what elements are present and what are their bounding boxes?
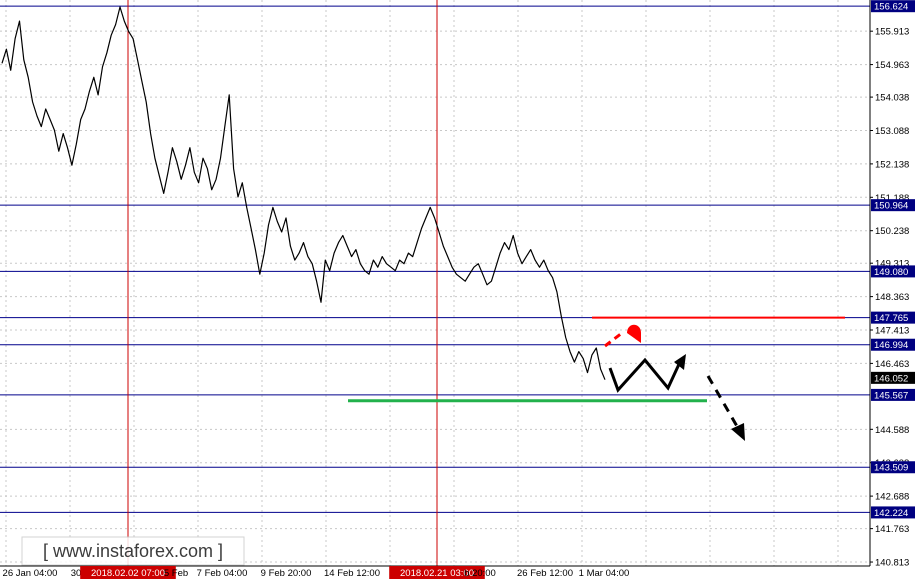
y-tick-label: 154.038: [875, 93, 909, 104]
y-tick-label: 140.813: [875, 558, 909, 569]
x-tick-label: 1 Mar 04:00: [579, 568, 630, 579]
level-tag-label: 149.080: [874, 267, 908, 278]
level-tag-label: 143.509: [874, 463, 908, 474]
y-tick-label: 153.088: [875, 126, 909, 137]
x-tick-label: 5 Feb: [164, 568, 188, 579]
x-tick-label: 26 Jan 04:00: [3, 568, 58, 579]
y-tick-label: 142.688: [875, 492, 909, 503]
y-tick-label: 152.138: [875, 159, 909, 170]
x-tick-label: 2018.02.02 07:00: [91, 568, 165, 579]
y-tick-label: 154.963: [875, 60, 909, 71]
level-tag-label: 147.765: [874, 313, 908, 324]
forex-price-chart: 155.913154.963154.038153.088152.138151.1…: [0, 0, 915, 583]
y-tick-label: 144.588: [875, 425, 909, 436]
level-tag-label: 150.964: [874, 201, 908, 212]
x-tick-label: 14 Feb 12:00: [324, 568, 380, 579]
watermark: [ www.instaforex.com ]: [21, 536, 245, 566]
current-price-tag-label: 146.052: [874, 373, 908, 384]
level-tag-label: 142.224: [874, 508, 908, 519]
y-tick-label: 150.238: [875, 226, 909, 237]
x-tick-label: b 20:00: [464, 568, 496, 579]
x-tick-label: 9 Feb 20:00: [261, 568, 312, 579]
y-tick-label: 146.463: [875, 359, 909, 370]
watermark-text: [ www.instaforex.com ]: [43, 541, 223, 561]
x-tick-label: 26 Feb 12:00: [517, 568, 573, 579]
x-tick-label: 2018.02.21 03:00: [400, 568, 474, 579]
y-tick-label: 147.413: [875, 326, 909, 337]
y-tick-label: 155.913: [875, 27, 909, 38]
y-tick-label: 148.363: [875, 292, 909, 303]
x-tick-label: 7 Feb 04:00: [197, 568, 248, 579]
level-tag-label: 145.567: [874, 390, 908, 401]
level-tag-label: 156.624: [874, 2, 908, 13]
level-tag-label: 146.994: [874, 340, 908, 351]
chart: 155.913 154.963 154.038 153.088 152.138 151.1…: [0, 0, 915, 583]
y-tick-label: 141.763: [875, 524, 909, 535]
